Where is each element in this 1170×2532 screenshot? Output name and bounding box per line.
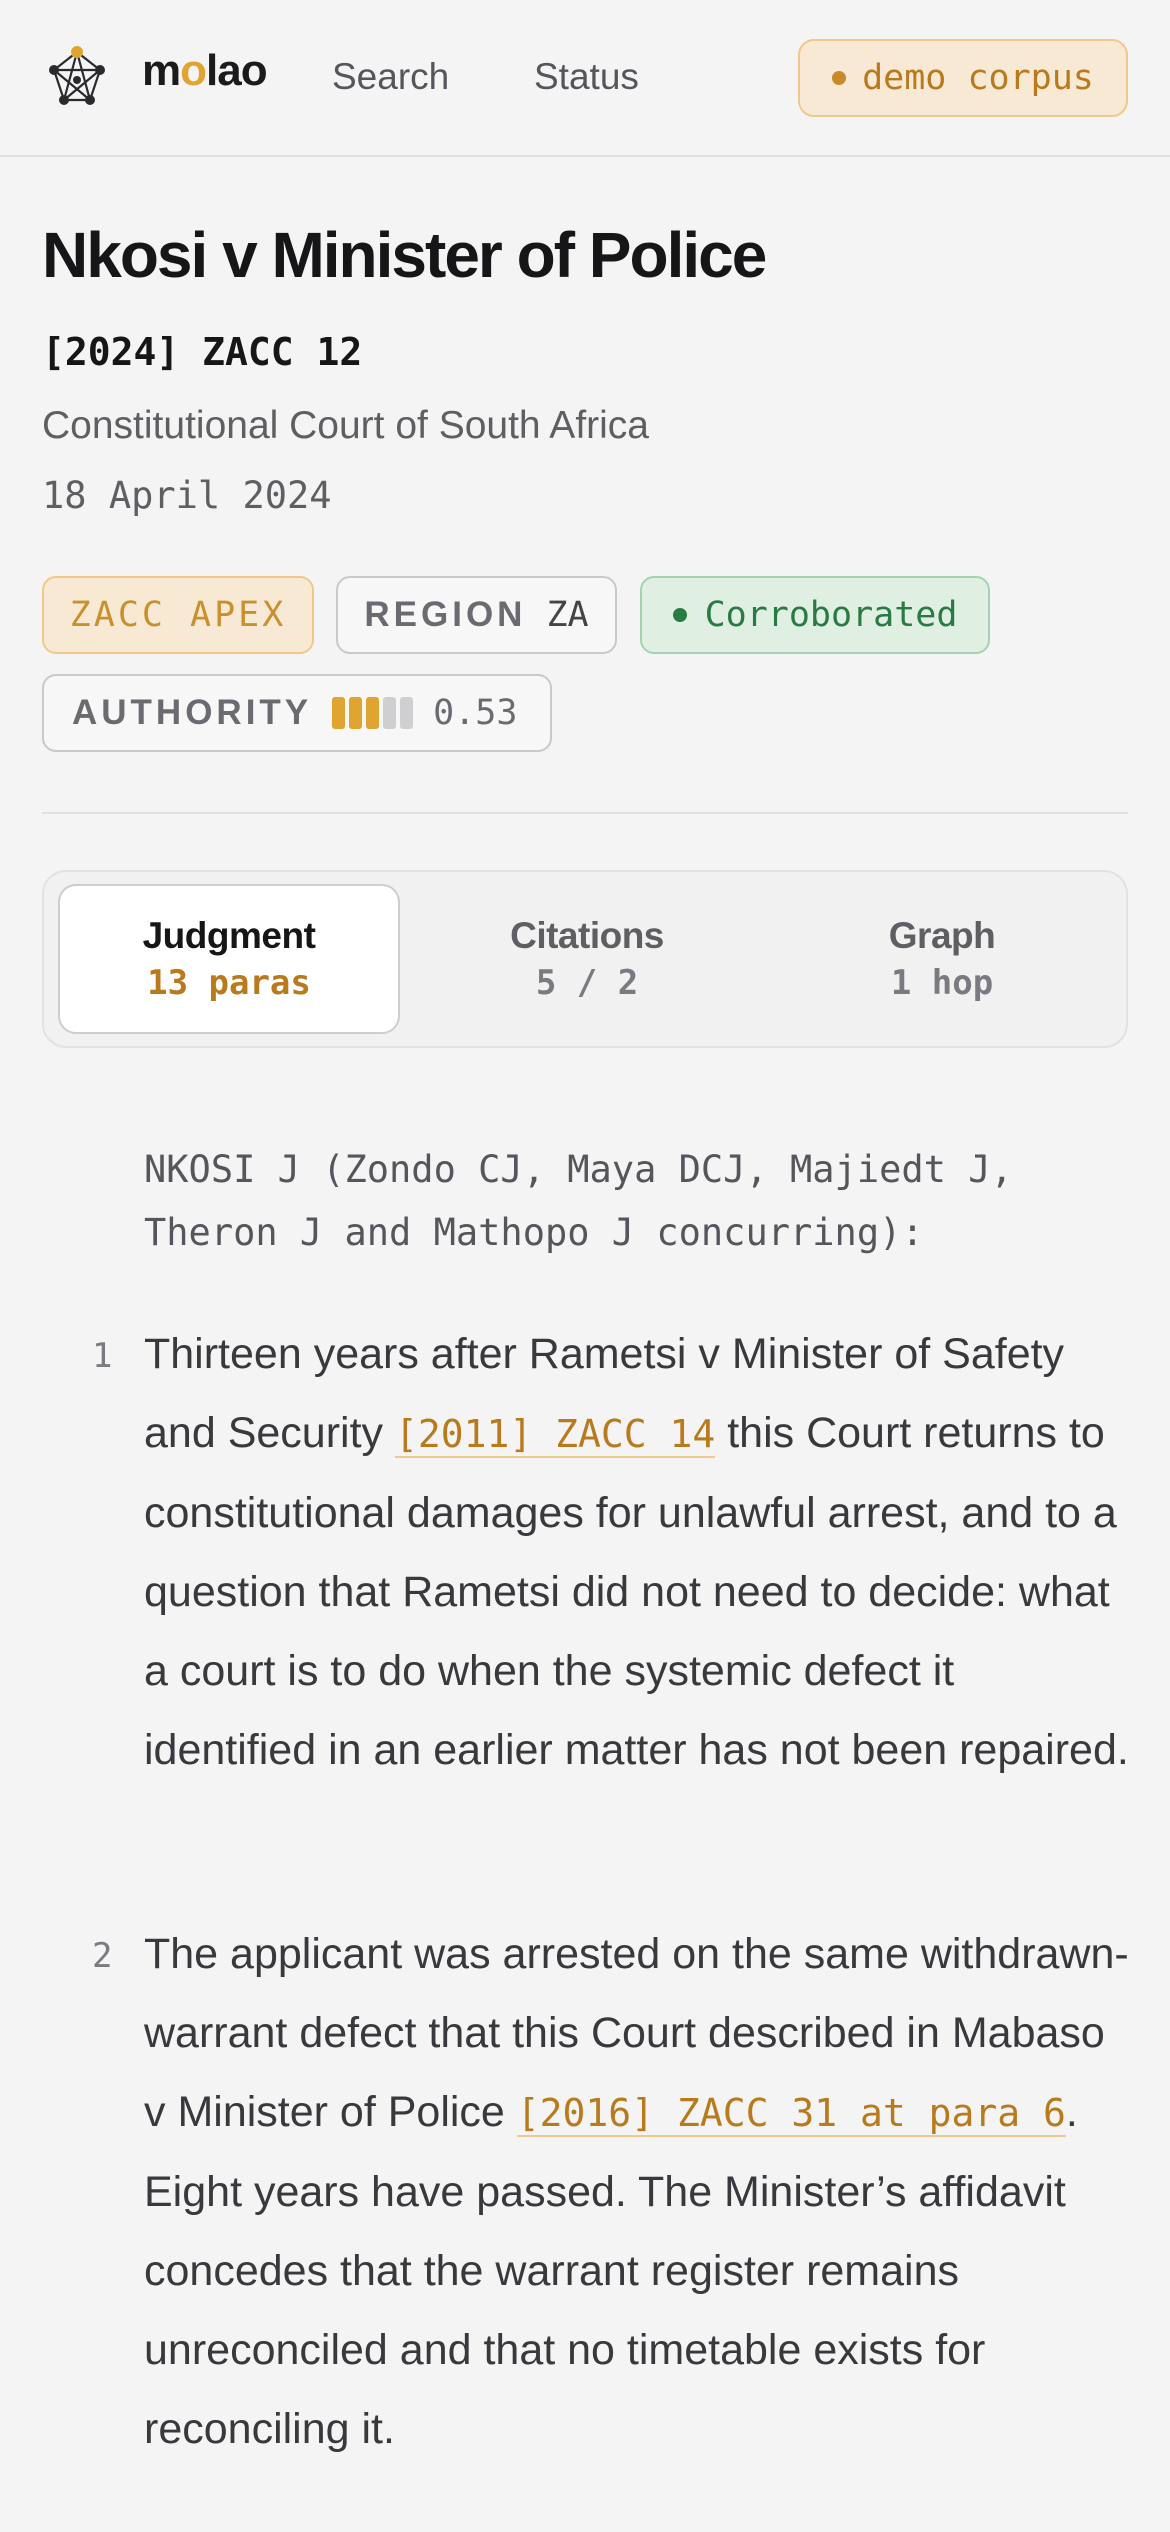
authority-badge-key: AUTHORITY xyxy=(72,693,313,732)
region-badge-value: ZA xyxy=(546,595,589,635)
tab-citations-count: 5 / 2 xyxy=(535,963,639,1003)
divider xyxy=(42,812,1128,814)
case-title: Nkosi v Minister of Police xyxy=(42,219,767,291)
top-nav: molao Search Status demo corpus xyxy=(0,0,1170,157)
judgment-date: 18 April 2024 xyxy=(42,474,332,517)
paragraph: The applicant was arrested on the same w… xyxy=(144,1915,1134,2469)
logo-icon[interactable] xyxy=(44,44,110,110)
tab-judgment-count: 13 paras xyxy=(147,963,311,1003)
paragraph-text: this Court returns to constitutional dam… xyxy=(144,1409,1129,1774)
corpus-badge: demo corpus xyxy=(798,39,1128,117)
corpus-badge-label: demo corpus xyxy=(862,58,1094,98)
status-badge: Corroborated xyxy=(640,576,990,654)
tab-graph[interactable]: Graph 1 hop xyxy=(771,884,1113,1034)
authority-badge-value: 0.53 xyxy=(433,693,518,733)
tab-citations-label: Citations xyxy=(510,915,664,956)
authority-badge: AUTHORITY 0.53 xyxy=(42,674,552,752)
status-dot-icon xyxy=(672,608,687,622)
citation-link[interactable]: [2016] ZACC 31 at para 6 xyxy=(516,2091,1066,2137)
citation-link[interactable]: [2011] ZACC 14 xyxy=(394,1412,716,1458)
authority-bar-filled xyxy=(332,697,346,729)
view-tabs: Judgment 13 paras Citations 5 / 2 Graph … xyxy=(42,870,1128,1048)
tab-graph-label: Graph xyxy=(888,915,996,956)
paragraph: Thirteen years after Rametsi v Minister … xyxy=(144,1315,1134,1790)
authority-meter xyxy=(332,697,414,729)
nav-status-link[interactable]: Status xyxy=(534,56,639,98)
authority-bar-filled xyxy=(366,697,380,729)
status-badge-label: Corroborated xyxy=(704,595,958,635)
case-citation: [2024] ZACC 12 xyxy=(42,330,363,374)
authority-bar-empty xyxy=(383,697,397,729)
authority-bar-empty xyxy=(400,697,414,729)
paragraph-number: 2 xyxy=(92,1936,113,1976)
tab-judgment[interactable]: Judgment 13 paras xyxy=(58,884,400,1034)
nav-search-link[interactable]: Search xyxy=(332,56,449,98)
bench-line: NKOSI J (Zondo CJ, Maya DCJ, Majiedt J, … xyxy=(144,1148,1013,1254)
authority-bar-filled xyxy=(349,697,363,729)
corpus-dot-icon xyxy=(832,71,847,85)
tab-judgment-label: Judgment xyxy=(142,915,316,956)
tab-graph-count: 1 hop xyxy=(890,963,994,1003)
region-badge-key: REGION xyxy=(364,595,527,634)
paragraph-text: . Eight years have passed. The Minister’… xyxy=(144,2088,1078,2453)
apex-badge: ZACC APEX xyxy=(42,576,314,654)
paragraph-number: 1 xyxy=(92,1336,113,1376)
logo-letter-accent: o xyxy=(180,46,207,95)
logo-wordmark[interactable]: molao xyxy=(142,46,268,96)
region-badge: REGION ZA xyxy=(336,576,617,654)
logo-letters: lao xyxy=(206,46,268,95)
logo-letter: m xyxy=(142,46,181,95)
tab-citations[interactable]: Citations 5 / 2 xyxy=(416,884,758,1034)
court-name: Constitutional Court of South Africa xyxy=(42,404,649,447)
